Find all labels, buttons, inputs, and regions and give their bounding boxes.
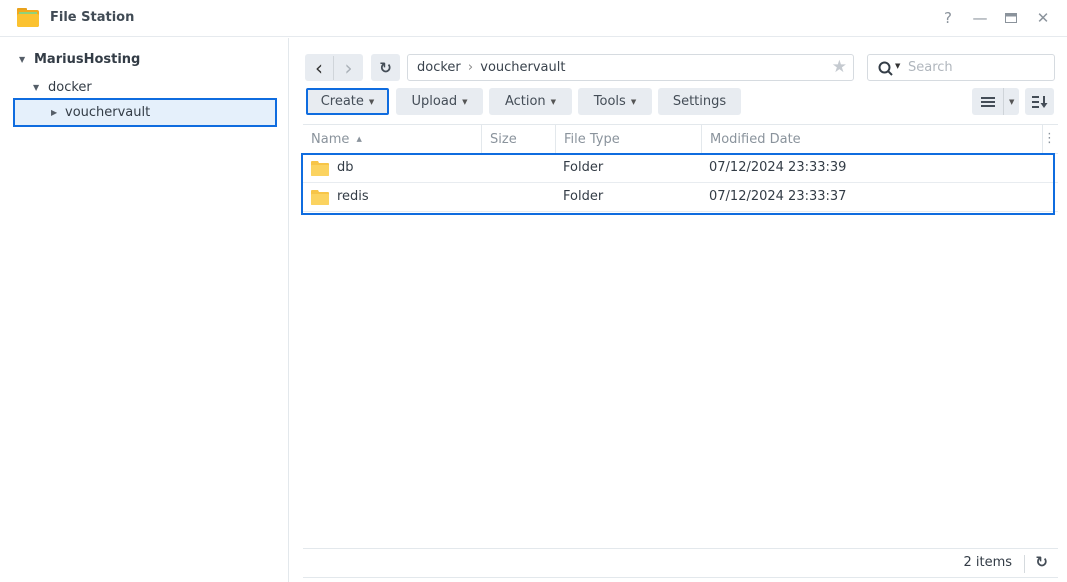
file-name[interactable]: redis (337, 183, 369, 211)
file-type: Folder (563, 189, 604, 204)
back-icon: ‹ (315, 55, 323, 80)
minimize-icon: — (972, 9, 988, 27)
caret-down-icon[interactable]: ▼ (33, 83, 45, 92)
column-label: File Type (564, 132, 620, 147)
column-header-size[interactable]: Size (482, 125, 556, 154)
main-panel: ‹ › ↻ docker › vouchervault ★ ▼ Search C… (290, 38, 1067, 582)
column-label: Modified Date (710, 132, 801, 147)
action-label: Action (504, 94, 546, 109)
maximize-button[interactable] (1000, 8, 1022, 28)
divider (1024, 555, 1025, 573)
path-segment[interactable]: vouchervault (480, 60, 565, 75)
column-header-file-type[interactable]: File Type (556, 125, 702, 154)
modified-date: 07/12/2024 23:33:37 (709, 189, 847, 204)
file-name[interactable]: db (337, 154, 354, 182)
help-icon: ? (944, 9, 952, 27)
view-mode-caret-icon: ▼ (1009, 97, 1015, 106)
path-segment[interactable]: docker (417, 60, 461, 75)
column-header-name[interactable]: Name ▲ (303, 125, 482, 154)
folder-tree-sidebar: ▼ MariusHosting ▼ docker ▶ vouchervault (0, 38, 289, 582)
file-type: Folder (563, 160, 604, 175)
tree-item-vouchervault[interactable]: ▶ vouchervault (13, 98, 277, 127)
sort-button[interactable] (1025, 88, 1054, 115)
search-icon[interactable] (878, 61, 894, 77)
sort-ascending-icon: ▲ (356, 135, 362, 143)
caret-down-icon: ▼ (368, 97, 375, 106)
refresh-button[interactable]: ↻ (371, 54, 400, 81)
item-count: 2 items (963, 555, 1012, 570)
folder-icon (311, 161, 329, 176)
path-separator: › (467, 60, 474, 75)
maximize-icon (1005, 13, 1017, 23)
modified-date: 07/12/2024 23:33:39 (709, 160, 847, 175)
tree-item-label: docker (48, 80, 92, 95)
column-header-modified-date[interactable]: Modified Date (702, 125, 1043, 154)
close-button[interactable]: ✕ (1032, 8, 1054, 28)
caret-down-icon: ▼ (462, 97, 468, 106)
file-row[interactable]: redis Folder 07/12/2024 23:33:37 (303, 183, 1058, 212)
search-field[interactable]: ▼ Search (867, 54, 1055, 81)
close-icon: ✕ (1036, 9, 1050, 27)
status-bar: 2 items ↻ (303, 548, 1058, 578)
column-label: Name (311, 132, 350, 147)
create-button[interactable]: Create ▼ (306, 88, 389, 115)
refresh-icon: ↻ (379, 58, 392, 77)
upload-button[interactable]: Upload ▼ (396, 88, 483, 115)
upload-label: Upload (411, 94, 458, 109)
search-placeholder: Search (908, 60, 953, 75)
help-button[interactable]: ? (937, 8, 959, 28)
caret-down-icon: ▼ (550, 97, 557, 106)
tools-button[interactable]: Tools ▼ (578, 88, 652, 115)
file-row[interactable]: db Folder 07/12/2024 23:33:39 (303, 154, 1058, 183)
forward-button[interactable]: › (334, 56, 363, 80)
caret-right-icon[interactable]: ▶ (51, 108, 63, 117)
tree-item-label: vouchervault (65, 105, 151, 120)
caret-down-icon: ▼ (630, 97, 637, 106)
file-list-header: Name ▲ Size File Type Modified Date ⋮ (303, 124, 1058, 154)
view-mode-button[interactable]: ▼ (972, 88, 1019, 115)
title-bar: File Station ? — ✕ (0, 0, 1067, 37)
action-button[interactable]: Action ▼ (489, 88, 572, 115)
file-station-app-icon (17, 8, 39, 27)
folder-icon (311, 190, 329, 205)
favorite-star-icon[interactable]: ★ (832, 55, 847, 80)
column-options-icon[interactable]: ⋮ (1043, 131, 1056, 147)
refresh-list-icon[interactable]: ↻ (1035, 553, 1048, 571)
forward-icon: › (344, 55, 353, 80)
sort-icon (1031, 95, 1047, 108)
tree-item-label: MariusHosting (34, 52, 141, 67)
column-label: Size (490, 132, 517, 147)
settings-button[interactable]: Settings (658, 88, 741, 115)
history-nav-group: ‹ › (305, 54, 363, 81)
caret-down-icon[interactable]: ▼ (19, 55, 31, 64)
create-label: Create (320, 94, 364, 109)
list-view-icon (981, 96, 995, 107)
tree-item-docker[interactable]: ▼ docker (33, 80, 92, 95)
minimize-button[interactable]: — (969, 8, 991, 28)
tree-item-mariushosting[interactable]: ▼ MariusHosting (19, 52, 140, 67)
back-button[interactable]: ‹ (305, 55, 334, 80)
app-title: File Station (50, 10, 135, 25)
search-options-caret-icon[interactable]: ▼ (895, 62, 900, 70)
tools-label: Tools (593, 94, 626, 109)
path-bar[interactable]: docker › vouchervault ★ (407, 54, 854, 81)
settings-label: Settings (672, 94, 727, 109)
